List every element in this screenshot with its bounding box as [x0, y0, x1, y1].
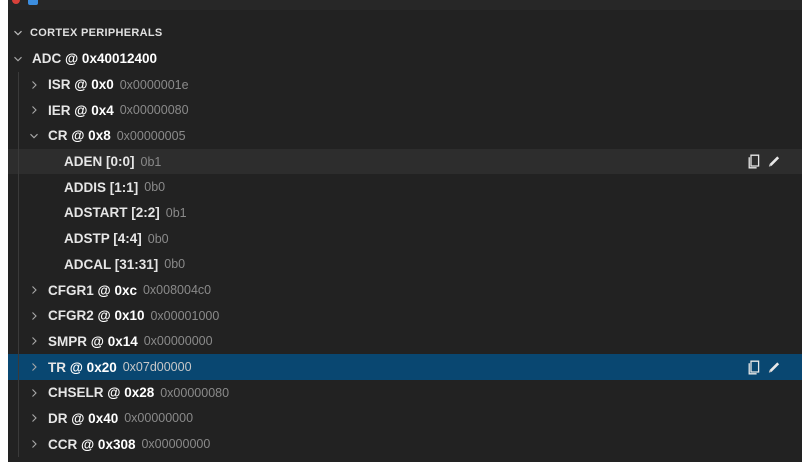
- item-address: @ 0x4: [74, 102, 114, 118]
- item-value: 0x0000001e: [119, 77, 189, 92]
- item-label: IER: [48, 102, 71, 118]
- item-address: @ 0x40: [71, 410, 119, 426]
- register-cfgr1[interactable]: CFGR1 @ 0xc 0x008004c0: [8, 277, 802, 303]
- peripheral-adc[interactable]: ADC @ 0x40012400: [8, 46, 802, 72]
- item-address: @ 0x20: [69, 359, 117, 375]
- item-value: 0x00000000: [124, 411, 194, 426]
- register-ccr[interactable]: CCR @ 0x308 0x00000000: [8, 431, 802, 457]
- item-label: CHSELR: [48, 385, 104, 401]
- item-label: ADSTART [2:2]: [64, 205, 160, 221]
- copy-icon[interactable]: [747, 154, 761, 170]
- chevron-right-icon[interactable]: [28, 336, 40, 346]
- chevron-right-icon[interactable]: [28, 311, 40, 321]
- item-value: 0x00000080: [160, 385, 230, 400]
- field-aden[interactable]: ADEN [0:0] 0b1: [8, 148, 802, 175]
- item-value: 0x008004c0: [142, 283, 212, 298]
- register-ier[interactable]: IER @ 0x4 0x00000080: [8, 97, 802, 123]
- register-isr[interactable]: ISR @ 0x0 0x0000001e: [8, 72, 802, 98]
- pencil-icon[interactable]: [767, 359, 781, 375]
- item-address: @ 0x40012400: [65, 51, 158, 67]
- item-address: @ 0xc: [97, 282, 137, 298]
- copy-icon[interactable]: [747, 359, 761, 375]
- section-header-cortex-peripherals[interactable]: CORTEX PERIPHERALS: [8, 20, 802, 46]
- item-label: ADSTP [4:4]: [64, 231, 142, 247]
- item-label: ADDIS [1:1]: [64, 179, 139, 195]
- chevron-right-icon[interactable]: [28, 285, 40, 295]
- pencil-icon[interactable]: [767, 154, 781, 170]
- row-actions: [747, 149, 781, 175]
- chevron-right-icon[interactable]: [28, 388, 40, 398]
- register-tr[interactable]: TR @ 0x20 0x07d00000: [8, 354, 802, 380]
- chevron-right-icon[interactable]: [28, 105, 40, 115]
- item-label: ADCAL [31:31]: [64, 256, 159, 272]
- item-address: @ 0x14: [90, 333, 138, 349]
- row-actions: [747, 354, 781, 380]
- peripherals-panel: CORTEX PERIPHERALS ADC @ 0x40012400 ISR @…: [8, 0, 802, 462]
- item-value: 0x00000080: [119, 103, 189, 118]
- item-address: @ 0x8: [71, 128, 111, 144]
- item-value: 0b0: [164, 257, 186, 272]
- register-dr[interactable]: DR @ 0x40 0x00000000: [8, 406, 802, 432]
- item-label: TR: [48, 359, 66, 375]
- field-adstart[interactable]: ADSTART [2:2] 0b1: [8, 200, 802, 226]
- item-label: ADEN [0:0]: [64, 154, 135, 170]
- register-cr[interactable]: CR @ 0x8 0x00000005: [8, 123, 802, 149]
- chevron-down-icon[interactable]: [12, 54, 24, 64]
- folder-icon: [28, 0, 38, 5]
- chevron-down-icon[interactable]: [28, 131, 40, 141]
- item-value: 0b0: [144, 180, 166, 195]
- field-adstp[interactable]: ADSTP [4:4] 0b0: [8, 226, 802, 252]
- chevron-right-icon[interactable]: [28, 439, 40, 449]
- section-title: CORTEX PERIPHERALS: [30, 27, 163, 39]
- item-value: 0x07d00000: [122, 360, 192, 375]
- item-label: CFGR2: [48, 308, 94, 324]
- chevron-right-icon[interactable]: [28, 413, 40, 423]
- cut-off-header: [8, 0, 802, 10]
- chevron-right-icon[interactable]: [28, 80, 40, 90]
- item-value: 0b0: [147, 231, 169, 246]
- item-value: 0b1: [140, 154, 162, 169]
- status-dot-icon: [12, 0, 20, 4]
- peripheral-tree: ADC @ 0x40012400 ISR @ 0x0 0x0000001e IER @…: [8, 46, 802, 458]
- register-chselr[interactable]: CHSELR @ 0x28 0x00000080: [8, 380, 802, 406]
- item-value: 0x00000005: [116, 128, 186, 143]
- item-address: @ 0x10: [97, 308, 145, 324]
- item-value: 0b1: [165, 205, 187, 220]
- item-value: 0x00000000: [143, 334, 213, 349]
- item-label: SMPR: [48, 333, 88, 349]
- item-label: ADC: [32, 51, 62, 67]
- register-cfgr2[interactable]: CFGR2 @ 0x10 0x00001000: [8, 303, 802, 329]
- item-address: @ 0x28: [107, 385, 155, 401]
- item-label: CCR: [48, 436, 78, 452]
- item-value: 0x00000000: [141, 437, 211, 452]
- item-label: DR: [48, 410, 68, 426]
- item-address: @ 0x308: [81, 436, 136, 452]
- item-label: CFGR1: [48, 282, 94, 298]
- item-label: ISR: [48, 77, 71, 93]
- chevron-down-icon: [12, 28, 24, 38]
- item-value: 0x00001000: [150, 308, 220, 323]
- field-adcal[interactable]: ADCAL [31:31] 0b0: [8, 252, 802, 278]
- register-smpr[interactable]: SMPR @ 0x14 0x00000000: [8, 329, 802, 355]
- field-addis[interactable]: ADDIS [1:1] 0b0: [8, 174, 802, 200]
- chevron-right-icon[interactable]: [28, 362, 40, 372]
- indent-guide: [18, 71, 19, 458]
- item-label: CR: [48, 128, 68, 144]
- item-address: @ 0x0: [74, 77, 114, 93]
